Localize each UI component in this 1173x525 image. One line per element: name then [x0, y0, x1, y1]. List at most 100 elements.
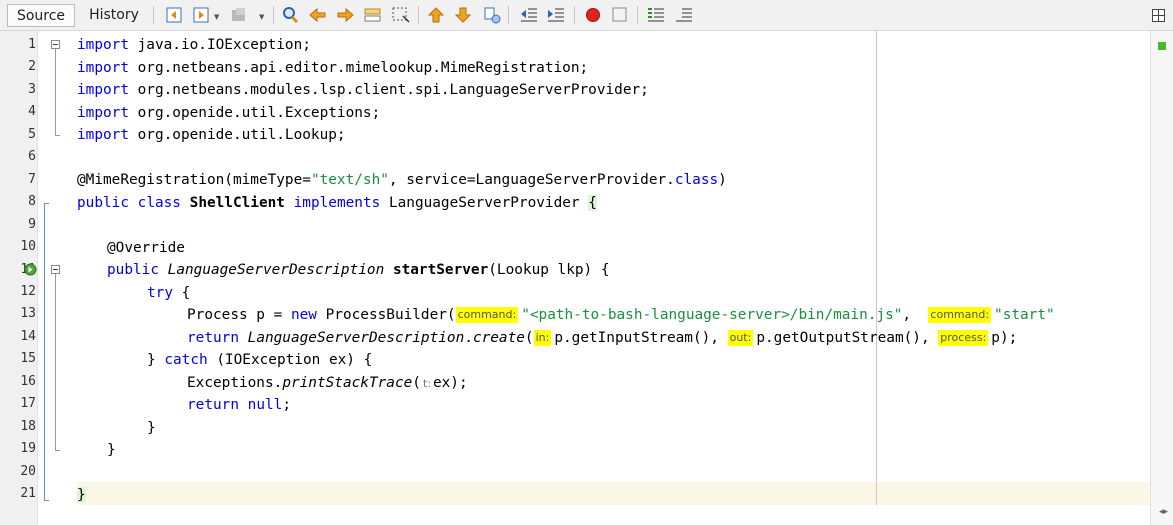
code-line-18[interactable]: } — [147, 417, 156, 440]
line-number: 10 — [20, 239, 36, 255]
keyword: return — [187, 397, 239, 413]
line-number: 18 — [20, 418, 36, 434]
tab-history[interactable]: History — [81, 4, 147, 27]
select-rectangle-icon[interactable] — [390, 5, 412, 25]
code-text: p); — [991, 330, 1018, 346]
toggle-highlight-icon[interactable] — [362, 5, 384, 25]
code-line-12[interactable]: try { — [147, 282, 190, 305]
line-number: 8 — [28, 194, 36, 210]
toolbar-separator — [153, 6, 154, 24]
chevron-down-icon[interactable]: ▼ — [259, 13, 264, 21]
string-literal: "text/sh" — [310, 172, 389, 188]
code-line-17[interactable]: return null; — [187, 394, 291, 417]
toggle-bookmark-icon[interactable] — [481, 5, 503, 25]
parameter-hint: out: — [727, 330, 754, 346]
keyword: public — [107, 262, 159, 278]
code-text: p.getInputStream(), — [554, 330, 728, 346]
parameter-hint: process: — [938, 330, 989, 346]
parameter-hint: command: — [928, 307, 992, 323]
fold-toggle-imports[interactable] — [51, 40, 60, 49]
line-number: 12 — [20, 283, 36, 299]
override-marker-icon[interactable] — [24, 263, 37, 276]
back-icon[interactable] — [163, 5, 185, 25]
code-line-16[interactable]: Exceptions.printStackTrace(t: ex); — [187, 372, 468, 395]
code-line-13[interactable]: Process p = new ProcessBuilder(command: "… — [187, 304, 1055, 327]
type-name: LanguageServerDescription — [167, 262, 385, 278]
class-name: ShellClient — [189, 195, 285, 211]
error-stripe[interactable]: ◂▸ — [1150, 31, 1173, 525]
keyword: import — [77, 105, 129, 121]
method-name: startServer — [392, 262, 489, 278]
keyword: import — [77, 82, 129, 98]
code-line-15[interactable]: } catch (IOException ex) { — [147, 349, 372, 372]
bookmark-icon[interactable] — [228, 5, 250, 25]
code-text: org.openide.util.Exceptions; — [128, 105, 381, 121]
keyword: null — [247, 397, 283, 413]
fold-guide-end — [55, 135, 60, 136]
keyword: import — [77, 37, 129, 53]
line-number: 14 — [20, 328, 36, 344]
scroll-down-icon[interactable]: ◂▸ — [1159, 507, 1168, 517]
line-number: 1 — [28, 37, 36, 52]
code-line-2[interactable]: import org.netbeans.api.editor.mimelooku… — [77, 57, 588, 80]
code-text: org.netbeans.api.editor.mimelookup.MimeR… — [128, 60, 589, 76]
code-line-7[interactable]: @MimeRegistration(mimeType="text/sh", se… — [77, 169, 727, 192]
code-text: ex); — [432, 375, 468, 391]
line-number: 6 — [28, 149, 36, 165]
fold-guide — [55, 49, 56, 135]
code-line-14[interactable]: return LanguageServerDescription.create(… — [187, 327, 1017, 350]
interface-name: LanguageServerProvider — [388, 195, 580, 211]
find-next-icon[interactable] — [334, 5, 356, 25]
keyword: import — [77, 60, 129, 76]
code-text: ) — [718, 172, 727, 188]
code-text: Exceptions. — [187, 375, 283, 391]
line-number: 17 — [20, 396, 36, 412]
code-text: { — [173, 285, 191, 301]
next-bookmark-icon[interactable] — [453, 5, 475, 25]
parameter-hint: in: — [533, 330, 552, 346]
split-window-icon[interactable] — [1152, 9, 1165, 22]
record-macro-icon[interactable] — [582, 5, 604, 25]
code-text: , — [902, 307, 920, 323]
editor-toolbar: Source History ▼ ▼ — [0, 0, 1173, 31]
code-text: p.getOutputStream(), — [756, 330, 939, 346]
type-name: LanguageServerDescription — [247, 330, 465, 346]
code-line-3[interactable]: import org.netbeans.modules.lsp.client.s… — [77, 79, 649, 102]
comment-icon[interactable] — [645, 5, 667, 25]
toolbar-separator — [418, 6, 419, 24]
toolbar-separator — [574, 6, 575, 24]
code-line-4[interactable]: import org.openide.util.Exceptions; — [77, 102, 380, 125]
stop-macro-icon[interactable] — [609, 5, 631, 25]
line-number: 2 — [28, 59, 36, 75]
code-line-8[interactable]: public class ShellClient implements Lang… — [77, 192, 597, 215]
line-number: 13 — [20, 306, 36, 322]
keyword: class — [137, 195, 181, 211]
current-line-highlight — [77, 482, 1150, 505]
prev-bookmark-icon[interactable] — [426, 5, 448, 25]
code-line-1[interactable]: import java.io.IOException; — [77, 34, 311, 57]
uncomment-icon[interactable] — [673, 5, 695, 25]
annotation: @Override — [107, 240, 185, 256]
code-line-5[interactable]: import org.openide.util.Lookup; — [77, 124, 346, 147]
shift-right-icon[interactable] — [545, 5, 567, 25]
keyword: catch — [164, 352, 208, 368]
tab-source[interactable]: Source — [7, 4, 75, 27]
code-line-21[interactable]: } — [77, 484, 86, 507]
find-icon[interactable] — [280, 5, 302, 25]
no-errors-indicator[interactable] — [1158, 42, 1166, 50]
code-line-11[interactable]: public LanguageServerDescription startSe… — [107, 259, 610, 282]
code-text: ( — [524, 330, 534, 346]
shift-left-icon[interactable] — [518, 5, 540, 25]
code-line-19[interactable]: } — [107, 439, 116, 462]
code-text: ; — [282, 397, 291, 413]
code-text: Process p = — [187, 307, 291, 323]
fold-toggle-method[interactable] — [51, 265, 60, 274]
forward-icon[interactable] — [190, 5, 212, 25]
find-previous-icon[interactable] — [307, 5, 329, 25]
line-number: 3 — [28, 81, 36, 97]
chevron-down-icon[interactable]: ▼ — [214, 13, 219, 21]
code-line-10[interactable]: @Override — [107, 237, 185, 260]
keyword: try — [147, 285, 173, 301]
line-number: 21 — [20, 486, 36, 501]
code-text: ( — [412, 375, 421, 391]
